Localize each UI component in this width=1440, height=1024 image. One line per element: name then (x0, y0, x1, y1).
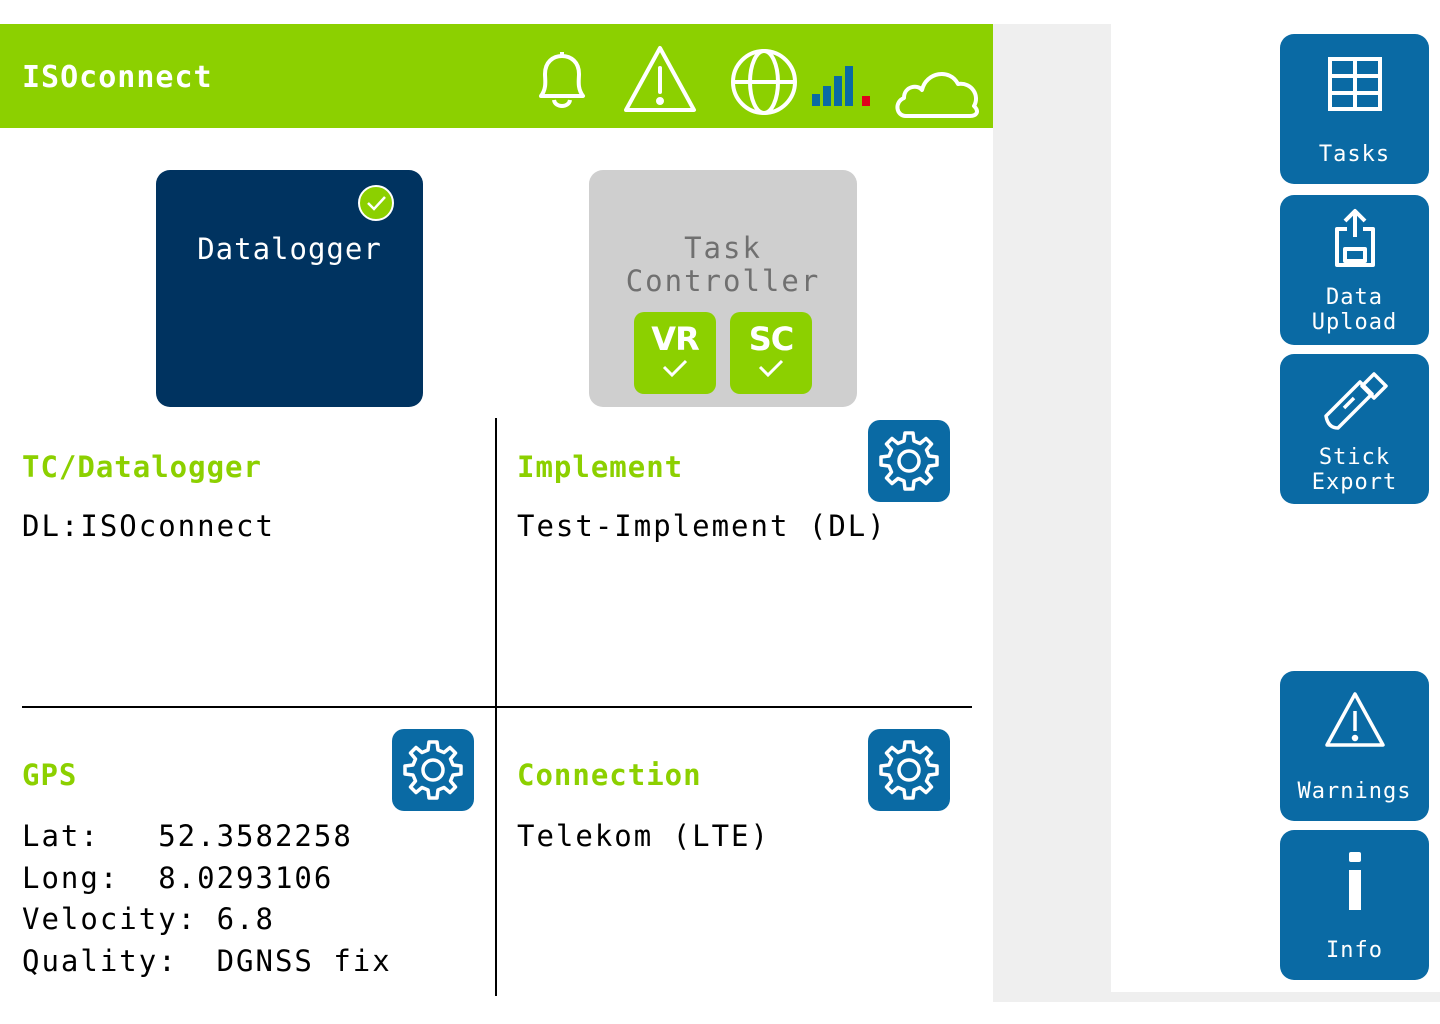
signal-icon (810, 62, 872, 112)
globe-icon[interactable] (728, 46, 800, 122)
grid-icon (1280, 56, 1429, 112)
gear-icon (879, 431, 939, 491)
datalogger-label: Datalogger (197, 232, 382, 266)
implement-settings-button[interactable] (868, 420, 950, 502)
bell-icon[interactable] (527, 48, 597, 116)
stick-export-button[interactable]: Stick Export (1280, 354, 1429, 504)
info-button[interactable]: Info (1280, 830, 1429, 980)
datalogger-tile[interactable]: Datalogger (156, 170, 423, 407)
panel-gap (993, 24, 1111, 1002)
info-label: Info (1326, 938, 1383, 963)
gps-long: Long: 8.0293106 (22, 861, 334, 895)
tc-datalogger-title: TC/Datalogger (22, 450, 262, 484)
gps-lat: Lat: 52.3582258 (22, 819, 353, 853)
check-icon (758, 359, 784, 378)
task-controller-tile[interactable]: Task Controller VR SC (589, 170, 857, 407)
sc-badge-label: SC (748, 320, 795, 358)
data-upload-label: Data Upload (1311, 285, 1398, 335)
check-icon (662, 359, 688, 378)
tc-datalogger-value: DL:ISOconnect (22, 509, 275, 543)
upload-disk-icon (1280, 207, 1429, 269)
softkey-panel-footer (1111, 992, 1440, 1002)
app-title: ISOconnect (22, 60, 213, 95)
info-icon (1280, 852, 1429, 912)
data-upload-button[interactable]: Data Upload (1280, 195, 1429, 345)
gps-settings-button[interactable] (392, 729, 474, 811)
vr-badge: VR (634, 312, 716, 394)
grid-divider-horizontal (22, 706, 972, 708)
warning-icon (1280, 691, 1429, 749)
warnings-button[interactable]: Warnings (1280, 671, 1429, 821)
tasks-label: Tasks (1318, 142, 1391, 167)
usb-stick-icon (1280, 368, 1429, 434)
gps-velocity: Velocity: 6.8 (22, 902, 275, 936)
gear-icon (403, 740, 463, 800)
cloud-icon[interactable] (892, 64, 982, 124)
main-panel: ISOconnect Datalogger Task Controller VR… (0, 24, 993, 1002)
gps-quality: Quality: DGNSS fix (22, 944, 392, 978)
implement-value: Test-Implement (DL) (517, 509, 887, 543)
vr-badge-label: VR (651, 320, 699, 358)
tasks-button[interactable]: Tasks (1280, 34, 1429, 184)
warnings-label: Warnings (1297, 779, 1412, 804)
stick-export-label: Stick Export (1311, 445, 1398, 495)
task-controller-label: Task Controller (625, 231, 821, 298)
warning-icon[interactable] (622, 44, 698, 118)
sc-badge: SC (730, 312, 812, 394)
gear-icon (879, 740, 939, 800)
implement-title: Implement (517, 450, 684, 484)
connection-title: Connection (517, 758, 702, 792)
gps-title: GPS (22, 758, 78, 792)
connection-settings-button[interactable] (868, 729, 950, 811)
check-circle-icon (358, 185, 394, 225)
header-bar: ISOconnect (0, 24, 993, 128)
connection-value: Telekom (LTE) (517, 819, 770, 853)
